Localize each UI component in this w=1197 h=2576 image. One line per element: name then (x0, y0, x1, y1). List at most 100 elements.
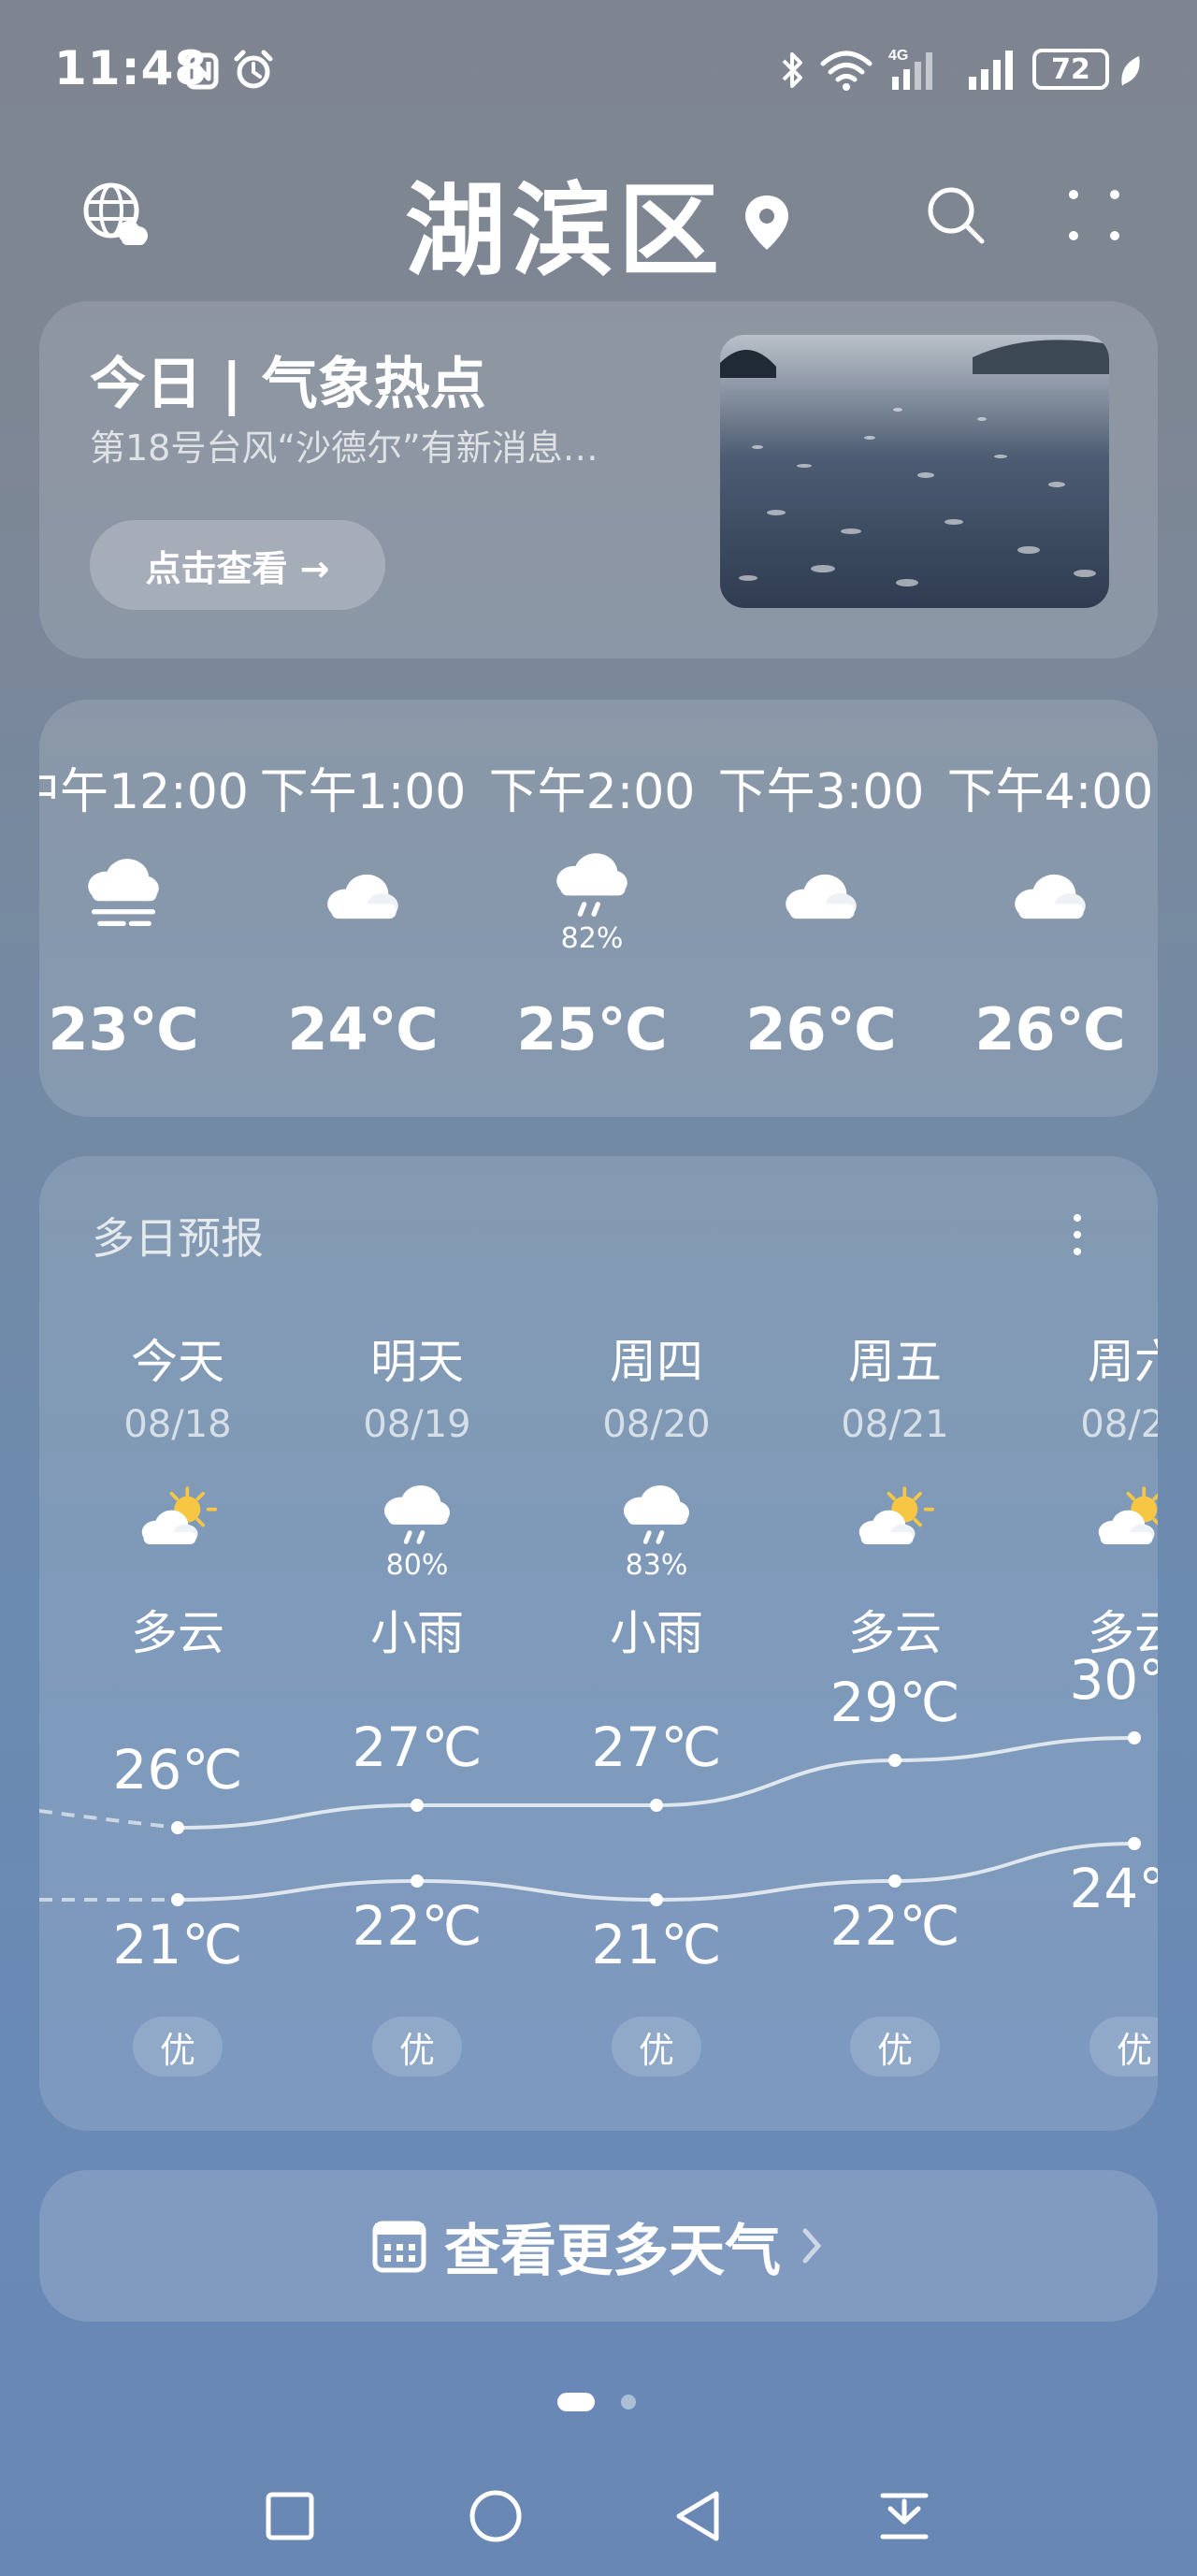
temp-point (171, 1893, 184, 1906)
day-low-temp: 22℃ (352, 1894, 483, 1958)
low-temp-line (177, 1842, 1135, 1903)
location-pin-icon (745, 195, 788, 250)
fog-cloud-icon (84, 857, 163, 939)
rain-cloud-icon (553, 849, 631, 932)
wifi-icon (820, 51, 873, 91)
hourly-time: 中午12:00 (39, 764, 249, 820)
svg-text:4G: 4G (888, 48, 908, 64)
notification-pulldown-icon[interactable] (877, 2488, 931, 2544)
recent-apps-icon[interactable] (264, 2490, 316, 2542)
day-condition: 多云 (848, 1606, 942, 1660)
temp-point (171, 1821, 184, 1834)
signal-4g-icon: 4G (888, 48, 932, 90)
rain-photo (720, 335, 1109, 608)
partly-sunny-icon (1095, 1483, 1158, 1556)
page-dot[interactable] (621, 2395, 636, 2410)
temp-point (1128, 1837, 1141, 1850)
home-icon[interactable] (468, 2488, 524, 2544)
temp-point (1128, 1731, 1141, 1744)
aqi-badge: 优 (612, 2017, 701, 2077)
search-icon[interactable] (924, 183, 988, 247)
past-temp-dashed-line (39, 1809, 179, 1830)
battery-level: 72 (1051, 52, 1090, 86)
hot-card-subtitle: 第18号台风“沙德尔”有新消息… (90, 427, 598, 469)
rain-cloud-icon (617, 1483, 696, 1556)
day-precip: 80% (385, 1549, 449, 1582)
hourly-time: 下午2:00 (488, 764, 696, 820)
hourly-time: 下午3:00 (717, 764, 925, 820)
aqi-badge: 优 (372, 2017, 462, 2077)
day-name: 明天 (370, 1335, 464, 1389)
hourly-time: 下午4:00 (946, 764, 1154, 820)
hot-card-title: 今日 | 气象热点 (90, 352, 486, 417)
partly-sunny-icon (856, 1483, 934, 1556)
battery-indicator: 72 (1032, 49, 1109, 90)
hourly-precip: 82% (560, 922, 624, 955)
day-date: 08/18 (123, 1403, 232, 1446)
hourly-forecast-card[interactable]: 中午12:00 23℃ 下午1:00 24℃ 下午2:00 82% 25℃ 下 (39, 700, 1158, 1117)
view-hot-news-button[interactable]: 点击查看 → (90, 520, 385, 610)
aqi-badge: 优 (1089, 2017, 1158, 2077)
view-hot-news-label: 点击查看 → (145, 547, 330, 589)
city-name: 湖滨区 (404, 173, 725, 290)
chevron-right-icon (802, 2228, 822, 2264)
day-high-temp: 29℃ (829, 1671, 960, 1734)
hourly-temp: 26℃ (745, 995, 897, 1064)
day-low-temp: 21℃ (591, 1913, 722, 1976)
leaf-icon (1121, 56, 1140, 86)
day-name: 周五 (848, 1335, 942, 1389)
nfc-icon (185, 52, 219, 90)
cloud-icon (1011, 866, 1089, 930)
daily-forecast-card[interactable]: 多日预报 今天 08/18 多云 26℃ 21℃ 优 明天 08/19 80% … (39, 1156, 1158, 2131)
day-precip: 83% (625, 1549, 688, 1582)
back-icon[interactable] (671, 2488, 724, 2544)
day-low-temp: 24℃ (1069, 1857, 1158, 1920)
day-name: 周四 (610, 1335, 703, 1389)
temp-point (888, 1754, 901, 1767)
hourly-time: 下午1:00 (259, 764, 467, 820)
day-date: 08/22 (1080, 1403, 1158, 1446)
day-high-temp: 30℃ (1069, 1648, 1158, 1712)
more-grid-icon[interactable] (1066, 187, 1122, 243)
hourly-temp: 26℃ (974, 995, 1126, 1064)
bluetooth-icon (782, 52, 802, 88)
partly-sunny-icon (138, 1483, 217, 1556)
day-date: 08/20 (602, 1403, 711, 1446)
calendar-icon (372, 2221, 426, 2273)
day-low-temp: 22℃ (829, 1894, 960, 1958)
day-condition: 小雨 (370, 1606, 464, 1660)
alarm-icon (234, 50, 273, 89)
rain-cloud-icon (378, 1483, 456, 1556)
cloud-icon (782, 866, 860, 930)
temp-point (888, 1874, 901, 1888)
day-high-temp: 27℃ (352, 1715, 483, 1779)
day-high-temp: 26℃ (112, 1738, 243, 1802)
temp-point (411, 1874, 424, 1888)
city-title: 湖滨区 (0, 150, 1197, 296)
temp-point (650, 1799, 663, 1812)
day-name: 今天 (131, 1335, 224, 1389)
weather-hot-card[interactable]: 今日 | 气象热点 第18号台风“沙德尔”有新消息… 点击查看 → (39, 301, 1158, 658)
status-bar: 11:48 4G 72 (0, 0, 1197, 140)
aqi-badge: 优 (850, 2017, 940, 2077)
day-condition: 多云 (131, 1606, 224, 1660)
more-weather-button[interactable]: 查看更多天气 (39, 2170, 1158, 2322)
page-indicator (0, 2391, 1197, 2413)
day-date: 08/19 (363, 1403, 471, 1446)
day-condition: 小雨 (610, 1606, 703, 1660)
signal-icon (969, 51, 1013, 90)
hourly-temp: 24℃ (287, 995, 439, 1064)
day-high-temp: 27℃ (591, 1715, 722, 1779)
aqi-badge: 优 (133, 2017, 223, 2077)
cloud-icon (324, 866, 402, 930)
navigation-bar (0, 2469, 1197, 2563)
temp-point (411, 1799, 424, 1812)
hourly-temp: 23℃ (48, 995, 199, 1064)
day-date: 08/21 (841, 1403, 949, 1446)
day-low-temp: 21℃ (112, 1913, 243, 1976)
page-dot-active[interactable] (557, 2393, 595, 2411)
hourly-temp: 25℃ (516, 995, 668, 1064)
temp-point (650, 1893, 663, 1906)
more-weather-label: 查看更多天气 (444, 2218, 781, 2284)
day-name: 周六 (1088, 1335, 1158, 1389)
